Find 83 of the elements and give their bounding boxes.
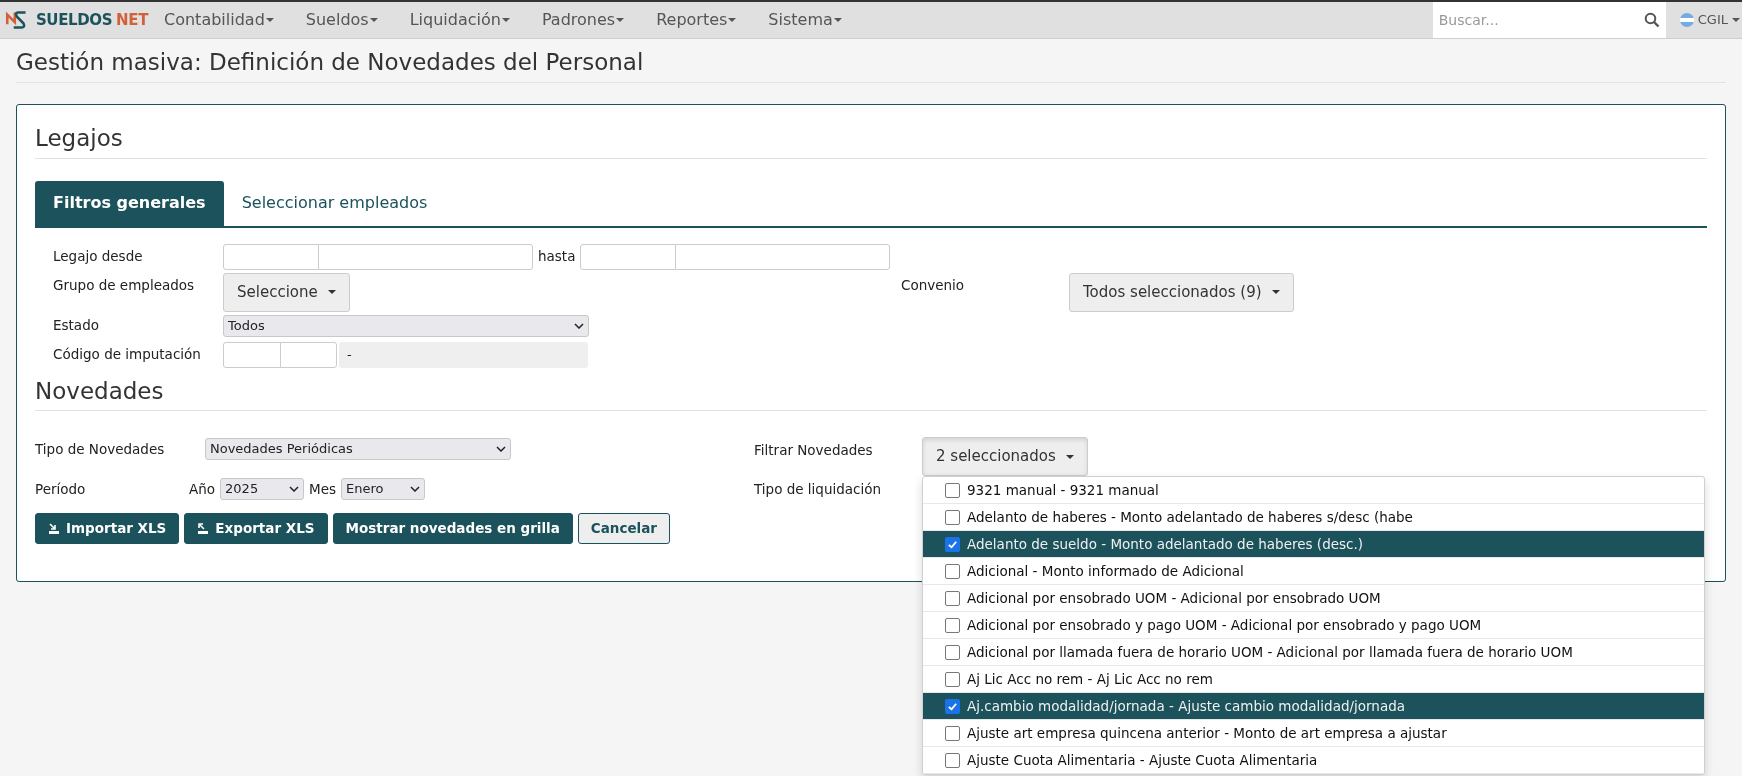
menu-item[interactable]: Contabilidad: [148, 8, 290, 32]
field-label: Legajo desde: [53, 247, 144, 267]
tab[interactable]: Filtros generales: [35, 180, 224, 226]
input-field[interactable]: [223, 243, 319, 270]
action-button[interactable]: Cancelar: [577, 513, 670, 544]
section-heading: Legajos: [35, 124, 124, 153]
menu-item[interactable]: Sueldos: [289, 8, 394, 32]
download-arrow-icon: [197, 522, 210, 535]
menu-item[interactable]: Padrones: [525, 8, 641, 32]
tab[interactable]: Seleccionar empleados: [223, 180, 446, 226]
brand-name: SUELDOS NET: [35, 9, 148, 31]
chevron-icon: [289, 486, 300, 492]
menu-item[interactable]: Sistema: [752, 8, 858, 32]
field-label: Código de imputación: [53, 345, 202, 365]
field-label: Convenio: [901, 275, 966, 295]
select-field[interactable]: Todos: [223, 314, 589, 337]
caret-icon: [501, 18, 510, 22]
dropdown-option[interactable]: Adicional por ensobrado UOM - Adicional por ensobrado UOM: [923, 585, 1704, 612]
input-field[interactable]: [223, 341, 281, 368]
input-field[interactable]: [580, 243, 677, 270]
caret-icon: [1065, 454, 1074, 459]
caret-icon: [616, 18, 625, 22]
readonly-field: -: [339, 341, 588, 368]
check-icon: [947, 700, 958, 712]
caret-icon: [833, 18, 842, 22]
dropdown-button[interactable]: 2 seleccionados: [922, 437, 1088, 476]
user-menu[interactable]: CGIL: [1665, 10, 1742, 30]
dropdown-option[interactable]: Adelanto de sueldo - Monto adelantado de haberes (desc.): [923, 531, 1704, 558]
dropdown-option[interactable]: Adicional - Monto informado de Adicional: [923, 558, 1704, 585]
chevron-icon: [410, 486, 421, 492]
dropdown-button[interactable]: Todos seleccionados (9): [1069, 272, 1294, 312]
field-label: Año: [189, 479, 216, 499]
upload-arrow-icon: [48, 522, 60, 535]
menu-item[interactable]: Reportes: [640, 8, 753, 32]
checkbox[interactable]: [945, 617, 960, 633]
caret-icon: [327, 290, 336, 294]
field-label: Mes: [309, 479, 337, 499]
action-button[interactable]: Mostrar novedades en grilla: [332, 513, 573, 544]
field-label: Grupo de empleados: [53, 275, 196, 295]
flag-icon: [1679, 13, 1694, 27]
field-label: Estado: [53, 316, 100, 336]
input-field[interactable]: [675, 243, 891, 270]
field-label: Tipo de liquidación: [754, 479, 882, 499]
select-field[interactable]: Enero: [341, 478, 426, 500]
chevron-icon: [496, 446, 506, 452]
field-label: hasta: [538, 247, 576, 267]
field-label: Filtrar Novedades: [754, 441, 874, 460]
dropdown-option[interactable]: Adicional por ensobrado y pago UOM - Adicional por ensobrado y pago UOM: [923, 612, 1704, 639]
dropdown-option[interactable]: Aj.cambio modalidad/jornada - Ajuste cambio modalidad/jornada: [923, 693, 1704, 720]
caret-icon: [369, 18, 378, 22]
action-button[interactable]: Importar XLS: [35, 513, 180, 544]
dropdown-option[interactable]: Ajuste Cuota Alimentaria - Ajuste Cuota Alimentaria: [923, 747, 1704, 774]
caret-icon: [1271, 290, 1280, 294]
checkbox[interactable]: [945, 752, 960, 768]
dropdown-option[interactable]: Ajuste art empresa quincena anterior - Monto de art empresa a ajustar: [923, 720, 1704, 747]
checkbox[interactable]: [945, 590, 960, 606]
caret-icon: [265, 18, 274, 22]
checkbox[interactable]: [945, 698, 960, 714]
checkbox[interactable]: [945, 563, 960, 579]
checkbox[interactable]: [945, 482, 960, 498]
dropdown-option[interactable]: 9321 manual - 9321 manual: [923, 477, 1704, 504]
field-label: Período: [35, 479, 87, 499]
page-title: Gestión masiva: Definición de Novedades del Personal: [16, 48, 645, 77]
chevron-icon: [574, 322, 584, 329]
select-field[interactable]: Novedades Periódicas: [205, 438, 511, 460]
caret-icon: [1732, 18, 1740, 22]
check-icon: [947, 538, 958, 550]
section-heading: Novedades: [35, 376, 165, 406]
field-label: Tipo de Novedades: [35, 439, 166, 459]
input-field[interactable]: [318, 243, 533, 270]
dropdown-option[interactable]: Adicional por llamada fuera de horario UOM - Adicional por llamada fuera de horario UOM: [923, 639, 1704, 666]
checkbox[interactable]: [945, 536, 960, 552]
checkbox[interactable]: [945, 644, 960, 660]
menu-item[interactable]: Liquidación: [393, 8, 526, 32]
input-field[interactable]: [280, 341, 337, 368]
checkbox[interactable]: [945, 671, 960, 687]
checkbox[interactable]: [945, 725, 960, 741]
select-field[interactable]: 2025: [220, 478, 305, 500]
action-button[interactable]: Exportar XLS: [184, 513, 328, 544]
caret-icon: [728, 18, 737, 22]
checkbox[interactable]: [945, 509, 960, 525]
dropdown-button[interactable]: Seleccione: [223, 272, 350, 312]
search-icon[interactable]: [1643, 12, 1660, 28]
